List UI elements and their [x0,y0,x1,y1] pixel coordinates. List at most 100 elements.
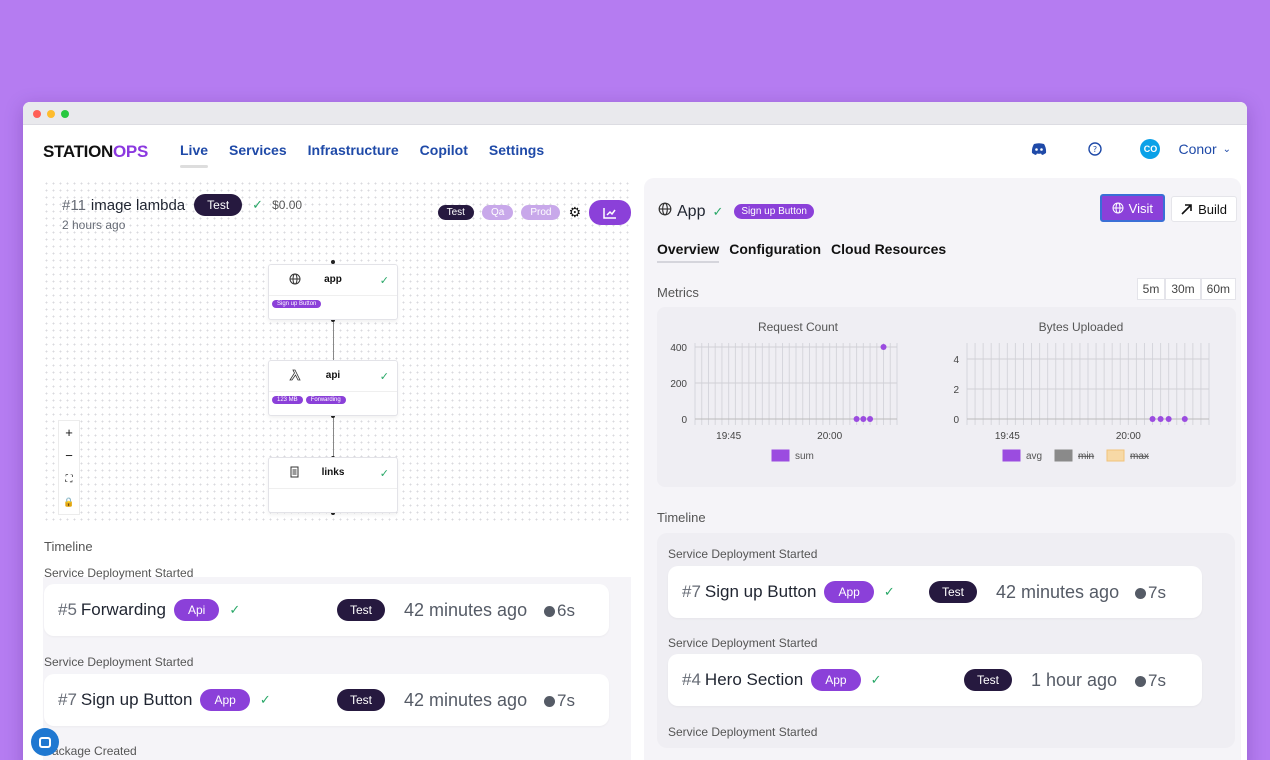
event-name: Forwarding [80,600,166,619]
node-tag: Forwarding [305,396,346,404]
gear-icon[interactable]: ⚙ [568,204,581,221]
legend-label: min [1078,451,1094,462]
chart-button[interactable] [589,200,631,225]
event-label: Service Deployment Started [44,566,194,580]
app-window: STATIONOPS Live Services Infrastructure … [23,102,1247,760]
username[interactable]: Conor [1178,141,1216,157]
timeline-event-card[interactable]: #7 Sign up Button App ✓ Test 42 minutes … [668,566,1202,618]
tab-overview[interactable]: Overview [657,241,720,263]
success-check-icon: ✓ [379,275,389,287]
legend-swatch [1002,449,1021,462]
env-badge: Test [194,194,243,216]
fit-view-icon: ⛶ [65,473,73,485]
service-name: image lambda [90,196,186,214]
data-point [1165,416,1172,422]
build-button[interactable]: Build [1171,196,1237,222]
nav-infrastructure[interactable]: Infrastructure [308,142,399,158]
node-tags: 123 MB Forwarding [272,396,346,404]
x-tick-label: 19:45 [716,431,741,442]
zoom-in-button[interactable]: + [59,421,79,444]
event-time: 1 hour ago [1031,670,1118,690]
visit-button[interactable]: Visit [1099,194,1165,222]
service-updated-ago: 2 hours ago [62,218,126,232]
legend-swatch [1106,449,1125,462]
nav-services[interactable]: Services [229,142,287,158]
legend-swatch [1054,449,1073,462]
event-time: 42 minutes ago [404,690,528,710]
metrics-card: Request Count 0 200 400 19:45 20:00 sum Bytes U… [657,307,1236,487]
node-tags: Sign up Button [272,300,322,308]
env-prod[interactable]: Prod [521,205,561,220]
logo[interactable]: STATIONOPS [43,142,148,162]
avatar[interactable]: CO [1140,139,1161,159]
clock-icon [544,605,555,617]
env-badge: Test [929,581,978,603]
data-point [1157,416,1164,422]
timeline-label: Timeline [657,510,706,525]
service-detail-panel: App ✓ Sign up Button Visit Build Overvie… [644,178,1241,760]
event-number: #4 [682,670,701,689]
timeline-event-card[interactable]: #5 Forwarding Api ✓ Test 42 minutes ago … [44,584,609,636]
graph-node-api[interactable]: api ✓ 123 MB Forwarding [268,360,398,416]
env-badge: Test [964,669,1013,691]
event-number: #7 [58,690,77,709]
zoom-out-button[interactable]: − [59,444,79,467]
chat-icon [39,736,51,748]
nav-live[interactable]: Live [180,142,209,168]
timeline-label: Timeline [44,539,93,554]
range-60m[interactable]: 60m [1200,278,1236,300]
chat-support-button[interactable] [31,728,59,756]
duration-value: 7s [1148,583,1166,602]
time-range-selector: 5m 30m 60m [1136,278,1236,300]
legend-label: avg [1026,451,1042,462]
range-5m[interactable]: 5m [1136,278,1166,300]
service-graph-canvas[interactable]: #11 image lambda Test ✓ $0.00 2 hours ag… [43,180,631,525]
data-point [880,344,887,350]
env-test[interactable]: Test [437,205,474,220]
service-header: #11 image lambda Test ✓ $0.00 [62,194,302,216]
env-qa[interactable]: Qa [481,205,514,220]
data-point [860,416,867,422]
graph-node-links[interactable]: links ✓ [268,457,398,513]
nav-settings[interactable]: Settings [489,142,544,158]
right-timeline: Service Deployment Started #7 Sign up Bu… [657,533,1235,748]
legend-label: max [1130,451,1149,462]
event-title-row: #4 Hero Section App ✓ [682,669,881,691]
timeline-event-card[interactable]: #4 Hero Section App ✓ Test 1 hour ago 7s [668,654,1202,706]
event-time: 42 minutes ago [996,582,1120,602]
top-nav: STATIONOPS Live Services Infrastructure … [23,125,1247,177]
lock-button[interactable]: 🔒 [59,491,79,514]
duration-value: 7s [1148,671,1166,690]
nav-links: Live Services Infrastructure Copilot Set… [180,142,544,168]
timeline-event-card[interactable]: #7 Sign up Button App ✓ Test 42 minutes … [44,674,609,726]
node-name: app [324,274,342,285]
minimize-window-icon[interactable] [47,110,55,118]
event-label: Service Deployment Started [668,725,818,739]
nav-right: ? CO Conor ⌄ [1028,138,1231,160]
x-tick-label: 19:45 [995,431,1020,442]
help-icon[interactable]: ? [1084,138,1106,160]
success-check-icon: ✓ [870,672,882,687]
detail-header: App ✓ Sign up Button [658,202,814,221]
maximize-window-icon[interactable] [61,110,69,118]
event-name: Hero Section [704,670,804,689]
node-header: links ✓ [269,458,397,489]
node-edge [332,322,334,362]
graph-node-app[interactable]: app ✓ Sign up Button [268,264,398,320]
fit-view-button[interactable]: ⛶ [59,468,79,491]
logo-accent: OPS [112,142,148,161]
tab-configuration[interactable]: Configuration [729,241,821,263]
node-tag: Sign up Button [272,300,322,308]
close-window-icon[interactable] [33,110,41,118]
svg-text:?: ? [1093,145,1097,154]
x-tick-label: 20:00 [1116,431,1141,442]
detail-tag: Sign up Button [734,204,814,219]
y-tick-label: 0 [953,415,959,426]
nav-copilot[interactable]: Copilot [420,142,468,158]
chevron-down-icon[interactable]: ⌄ [1223,144,1231,155]
discord-icon[interactable] [1028,138,1050,160]
range-30m[interactable]: 30m [1165,278,1201,300]
tab-cloud-resources[interactable]: Cloud Resources [831,241,946,263]
build-label: Build [1198,201,1227,217]
clock-icon [544,695,555,707]
